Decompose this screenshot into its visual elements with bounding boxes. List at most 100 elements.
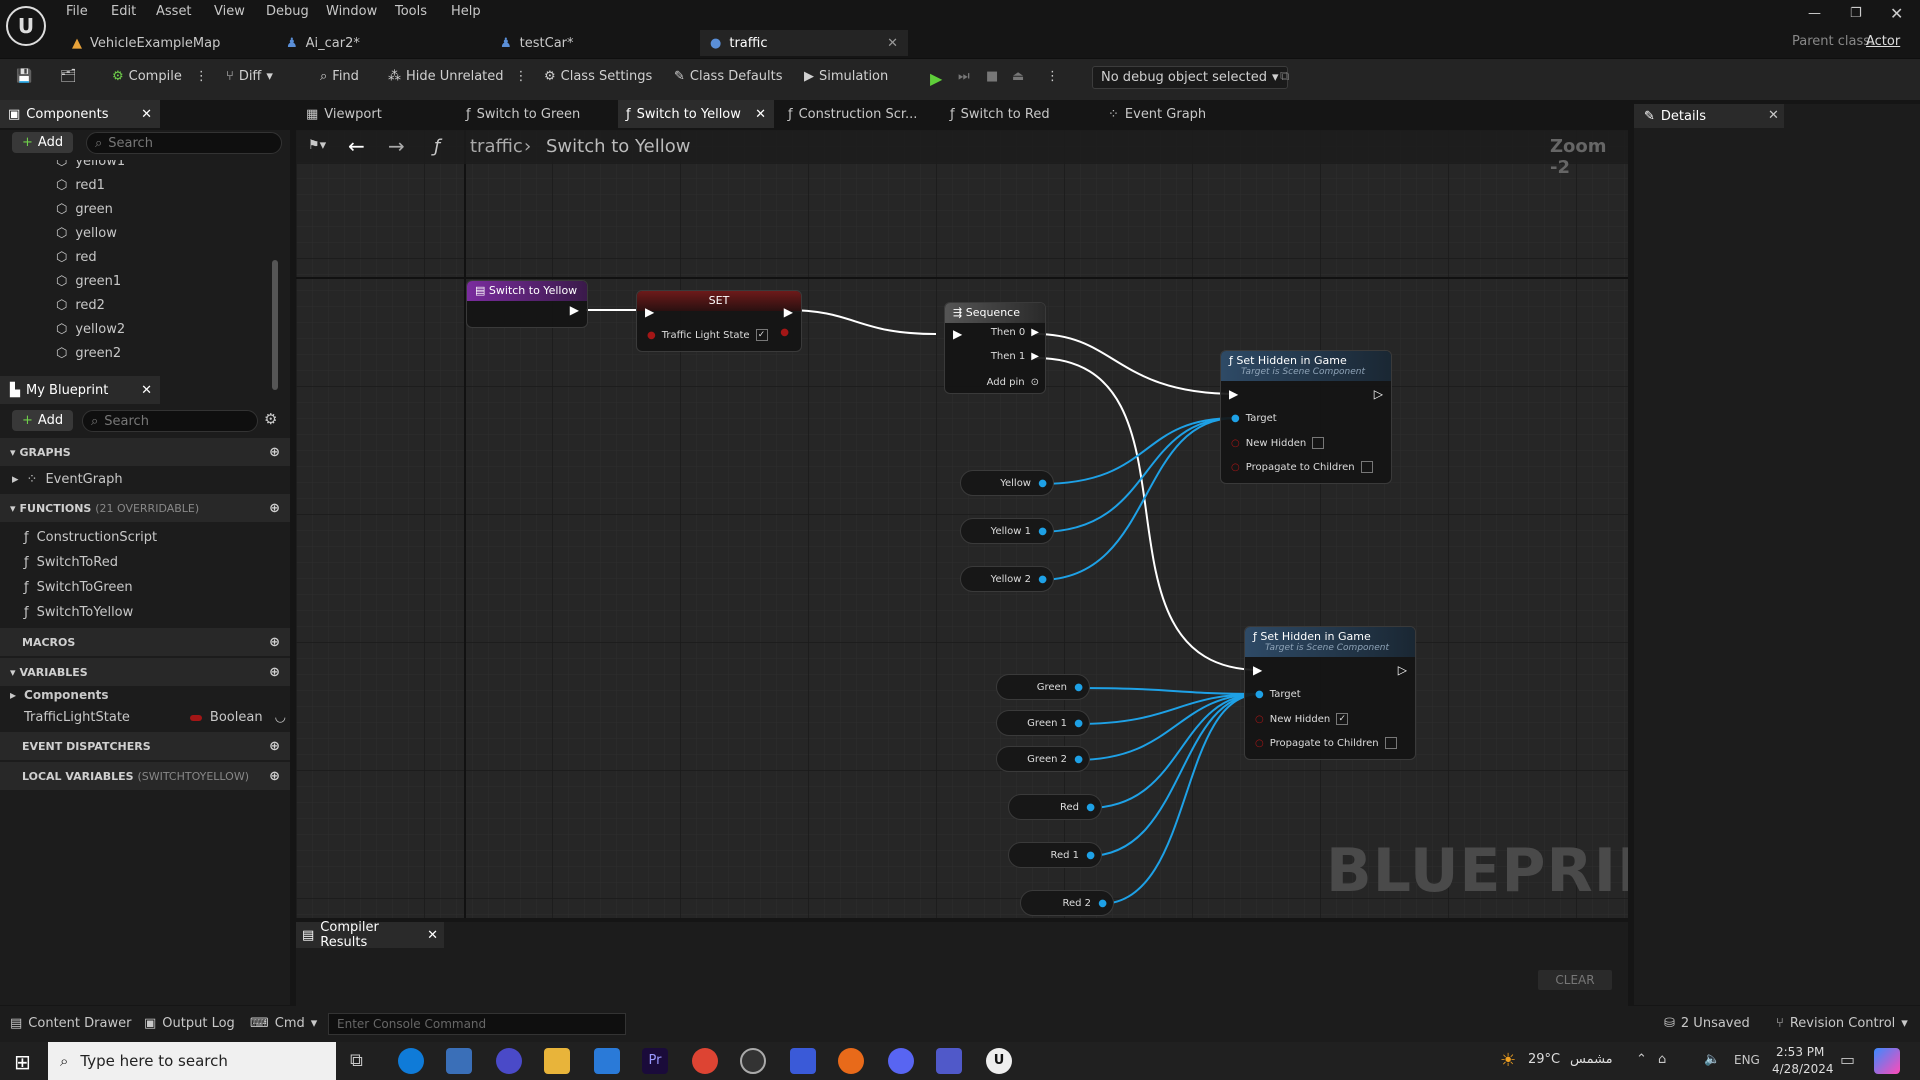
debug-object-select[interactable]: No debug object selected ▾ xyxy=(1092,66,1288,89)
checkbox-unchecked[interactable] xyxy=(1384,737,1397,749)
then1-pin[interactable]: Then 1 ▶ xyxy=(991,351,1039,362)
copilot-icon[interactable] xyxy=(1874,1048,1900,1074)
component-item[interactable]: ⬡ red xyxy=(56,250,97,265)
cmd-select[interactable]: ⌨ Cmd ▾ xyxy=(250,1016,317,1031)
propagate-pin[interactable]: ○ Propagate to Children xyxy=(1255,737,1397,749)
obs-icon[interactable] xyxy=(740,1048,766,1074)
chrome-icon[interactable] xyxy=(692,1048,718,1074)
new-hidden-pin[interactable]: ○ New Hidden ✓ xyxy=(1255,713,1349,725)
step-icon[interactable]: ⏭ xyxy=(958,69,970,84)
add-pin-button[interactable]: Add pin ⊙ xyxy=(987,377,1039,388)
menu-window[interactable]: Window xyxy=(326,4,377,19)
function-item[interactable]: ƒ SwitchToGreen xyxy=(24,580,133,595)
var-node-green2[interactable]: Green 2 ● xyxy=(996,746,1090,772)
output-log-button[interactable]: ▣ Output Log xyxy=(144,1016,235,1031)
find-button[interactable]: ⌕ Find xyxy=(320,69,359,84)
function-item[interactable]: ƒ SwitchToRed xyxy=(24,555,118,570)
language-indicator[interactable]: ENG xyxy=(1734,1053,1760,1067)
tab-event-graph[interactable]: ⁘ Event Graph xyxy=(1100,100,1214,128)
compiler-results-tab[interactable]: ▤ Compiler Results ✕ xyxy=(296,920,444,950)
parent-class-value[interactable]: Actor xyxy=(1866,34,1900,49)
revision-control-button[interactable]: ⑂ Revision Control ▾ xyxy=(1776,1016,1908,1031)
store-icon[interactable] xyxy=(446,1048,472,1074)
add-circle-icon[interactable]: ⊕ xyxy=(269,739,280,754)
clock-date[interactable]: 4/28/2024 xyxy=(1772,1062,1834,1076)
menu-edit[interactable]: Edit xyxy=(111,4,136,19)
close-icon[interactable]: ✕ xyxy=(141,383,152,398)
add-component-button[interactable]: + Add xyxy=(12,132,74,153)
exec-out-pin[interactable]: ▶ xyxy=(570,303,579,317)
diff-button[interactable]: ⑂ Diff ▾ xyxy=(226,69,273,84)
propagate-pin[interactable]: ○ Propagate to Children xyxy=(1231,461,1373,473)
var-node-red2[interactable]: Red 2 ● xyxy=(1020,890,1114,916)
variables-components-category[interactable]: ▸ Components xyxy=(10,688,109,702)
sequence-node[interactable]: ⇶ Sequence ▶ Then 0 ▶ Then 1 ▶ Add pin ⊙ xyxy=(944,302,1046,394)
component-item[interactable]: ⬡ red2 xyxy=(56,298,105,313)
function-item[interactable]: ƒ ConstructionScript xyxy=(24,530,157,545)
close-icon[interactable]: ✕ xyxy=(755,107,766,122)
checkbox-checked[interactable]: ✓ xyxy=(755,329,768,341)
settings-gear-icon[interactable]: ⚙ xyxy=(264,410,277,428)
clock-time[interactable]: 2:53 PM xyxy=(1776,1045,1824,1059)
content-drawer-button[interactable]: ▤ Content Drawer xyxy=(10,1016,131,1031)
more-icon[interactable]: ⋮ xyxy=(1046,69,1059,84)
unreal-logo-icon[interactable]: U xyxy=(6,6,46,46)
menu-tools[interactable]: Tools xyxy=(395,4,427,19)
discord-icon[interactable] xyxy=(888,1048,914,1074)
close-icon[interactable]: ✕ xyxy=(887,36,898,51)
set-node[interactable]: SET ▶ ▶ ● Traffic Light State ✓ ● xyxy=(636,290,802,352)
var-node-yellow2[interactable]: Yellow 2 ● xyxy=(960,566,1054,592)
exec-in-pin[interactable]: ▶ xyxy=(953,327,962,341)
graphs-section[interactable]: ▾ GRAPHS ⊕ xyxy=(0,438,290,466)
variables-section[interactable]: ▾ VARIABLES ⊕ xyxy=(0,658,290,686)
weather-temp[interactable]: 29°C xyxy=(1528,1052,1560,1067)
component-item[interactable]: ⬡ green1 xyxy=(56,274,121,289)
doc-tab-aicar[interactable]: ♟ Ai_car2* xyxy=(276,30,370,56)
exec-out-pin[interactable]: ▷ xyxy=(1398,663,1407,677)
add-circle-icon[interactable]: ⊕ xyxy=(269,501,280,516)
task-view-icon[interactable]: ⧉ xyxy=(350,1050,363,1071)
stop-icon[interactable]: ■ xyxy=(986,69,998,84)
add-circle-icon[interactable]: ⊕ xyxy=(269,665,280,680)
menu-view[interactable]: View xyxy=(214,4,245,19)
set-hidden-node-1[interactable]: ƒ Set Hidden in Game Target is Scene Comp… xyxy=(1220,350,1392,484)
doc-tab-map[interactable]: ▲ VehicleExampleMap xyxy=(62,30,230,56)
exec-in-pin[interactable]: ▶ xyxy=(1253,663,1262,677)
save-icon[interactable]: 💾 xyxy=(16,69,32,84)
add-circle-icon[interactable]: ⊕ xyxy=(269,769,280,784)
close-icon[interactable]: ✕ xyxy=(141,107,152,122)
edge-icon[interactable] xyxy=(398,1048,424,1074)
var-node-red1[interactable]: Red 1 ● xyxy=(1008,842,1102,868)
tab-switch-to-green[interactable]: ƒ Switch to Green xyxy=(458,100,588,128)
tab-construction-script[interactable]: ƒ Construction Scr... xyxy=(780,100,925,128)
tab-viewport[interactable]: ▦ Viewport xyxy=(298,100,390,128)
play-icon[interactable]: ▶ xyxy=(930,69,942,88)
hide-unrelated-button[interactable]: ⁂ Hide Unrelated ⋮ xyxy=(388,69,528,84)
tab-switch-to-yellow[interactable]: ƒ Switch to Yellow ✕ xyxy=(618,100,774,128)
tab-components[interactable]: ▣ Components ✕ xyxy=(0,100,160,128)
component-item[interactable]: ⬡ yellow xyxy=(56,226,117,241)
app-icon[interactable] xyxy=(790,1048,816,1074)
menu-file[interactable]: File xyxy=(66,4,88,19)
component-item[interactable]: ⬡ yellow2 xyxy=(56,322,125,337)
component-item[interactable]: ⬡ green2 xyxy=(56,346,121,361)
set-hidden-node-2[interactable]: ƒ Set Hidden in Game Target is Scene Comp… xyxy=(1244,626,1416,760)
notification-icon[interactable]: ▭ xyxy=(1840,1050,1855,1069)
more-icon[interactable]: ⋮ xyxy=(195,69,208,84)
unsaved-button[interactable]: ⛁ 2 Unsaved xyxy=(1664,1016,1750,1031)
mail-icon[interactable] xyxy=(594,1048,620,1074)
windows-start-icon[interactable]: ⊞ xyxy=(14,1050,31,1074)
exec-out-pin[interactable]: ▶ xyxy=(784,305,793,319)
my-blueprint-tab[interactable]: ▙ My Blueprint ✕ xyxy=(0,376,160,404)
restore-icon[interactable]: ❐ xyxy=(1850,6,1862,21)
var-node-red[interactable]: Red ● xyxy=(1008,794,1102,820)
component-item[interactable]: ⬡ yellow1 xyxy=(56,160,125,169)
functions-section[interactable]: ▾ FUNCTIONS (21 OVERRIDABLE) ⊕ xyxy=(0,494,290,522)
console-input[interactable]: Enter Console Command xyxy=(328,1013,626,1035)
event-dispatchers-section[interactable]: EVENT DISPATCHERS ⊕ xyxy=(0,732,290,760)
add-circle-icon[interactable]: ⊕ xyxy=(269,445,280,460)
doc-tab-traffic[interactable]: ● traffic ✕ xyxy=(700,30,908,56)
debug-filter-icon[interactable]: ⧉ xyxy=(1280,69,1289,84)
eject-icon[interactable]: ⏏ xyxy=(1012,69,1024,84)
unreal-taskbar-icon[interactable]: U xyxy=(986,1048,1012,1074)
